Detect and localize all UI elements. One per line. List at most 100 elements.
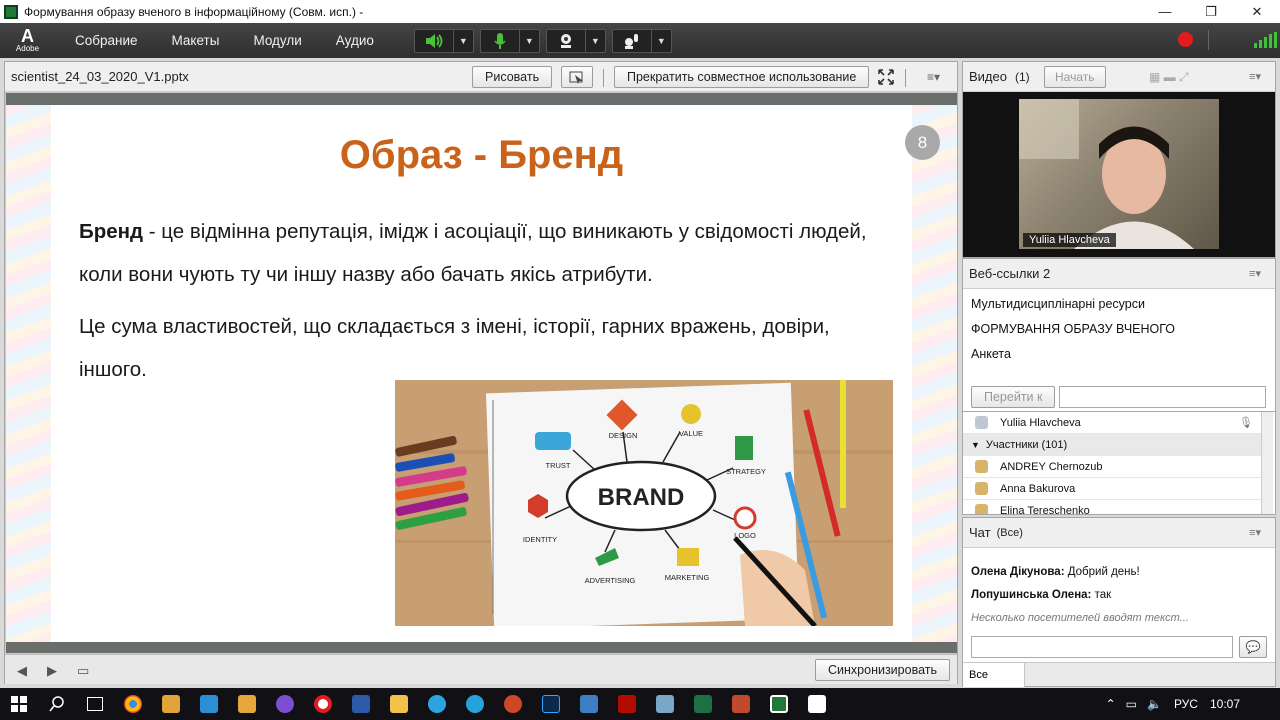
app-icon[interactable] — [456, 688, 494, 720]
adobe-connect-icon[interactable] — [760, 688, 798, 720]
sync-button[interactable]: Синхронизировать — [815, 659, 950, 681]
video-pod-options-icon[interactable]: ≡▾ — [1249, 70, 1261, 83]
link-item[interactable]: ФОРМУВАННЯ ОБРАЗУ ВЧЕНОГО — [971, 322, 1175, 336]
next-slide-icon[interactable]: ▶ — [47, 663, 57, 679]
menubar: A Adobe Собрание Макеты Модули Аудио ▼ ▼… — [0, 23, 1280, 58]
app-icon[interactable] — [646, 688, 684, 720]
chat-message-input[interactable] — [971, 636, 1233, 658]
window-title: Формування образу вченого в інформаційно… — [24, 4, 364, 19]
clock[interactable]: 10:07 — [1210, 697, 1240, 711]
volume-icon[interactable]: 🔈 — [1147, 697, 1162, 711]
photoshop-icon[interactable] — [532, 688, 570, 720]
minimize-button[interactable]: — — [1142, 0, 1188, 23]
marketing-label: MARKETING — [665, 573, 710, 582]
pod-options-icon[interactable]: ≡▾ — [927, 70, 940, 84]
telegram-icon[interactable] — [418, 688, 456, 720]
draw-button[interactable]: Рисовать — [472, 66, 553, 88]
speech-bubble-icon: 💬 — [1245, 640, 1261, 654]
menu-layouts[interactable]: Макеты — [172, 33, 220, 48]
recording-indicator-icon[interactable] — [1178, 32, 1193, 47]
microphone-icon[interactable] — [481, 30, 519, 52]
start-webcam-button[interactable]: Начать — [1044, 66, 1106, 88]
slide-paragraph-2: Це сума властивостей, що складається з і… — [79, 315, 830, 381]
file-explorer-icon[interactable] — [380, 688, 418, 720]
advertising-label: ADVERTISING — [585, 576, 636, 585]
speaker-icon[interactable] — [415, 30, 453, 52]
microphone-dropdown-icon[interactable]: ▼ — [518, 29, 539, 52]
close-button[interactable]: ✕ — [1234, 0, 1280, 23]
speaker-control[interactable]: ▼ — [413, 28, 474, 53]
acrobat-icon[interactable] — [608, 688, 646, 720]
chat-pod: Чат (Все) ≡▾ Олена Дікунова: Добрий день… — [962, 517, 1276, 687]
attendee-row[interactable]: Elina Tereschenko — [963, 500, 1261, 515]
viber-icon[interactable] — [266, 688, 304, 720]
raise-hand-icon[interactable] — [613, 30, 651, 52]
raise-hand-control[interactable]: ▼ — [611, 28, 672, 53]
link-item[interactable]: Анкета — [971, 347, 1011, 361]
go-to-link-button[interactable]: Перейти к — [971, 386, 1056, 408]
participants-group-label: Участники (101) — [985, 438, 1068, 451]
attendee-name: ANDREY Chernozub — [1000, 460, 1103, 473]
links-pod-options-icon[interactable]: ≡▾ — [1249, 267, 1261, 280]
host-row[interactable]: Yuliia Hlavcheva 🎙 — [963, 412, 1261, 434]
system-tray: ⌃ ▭ 🔈 РУС 10:07 — [1106, 688, 1280, 720]
participant-icon — [975, 504, 988, 514]
app-icon[interactable] — [722, 688, 760, 720]
web-links-pod: Веб-ссылки 2 ≡▾ Мультидисциплінарні ресу… — [962, 258, 1276, 413]
chat-text: Добрий день! — [1064, 566, 1140, 578]
stop-sharing-button[interactable]: Прекратить совместное использование — [614, 66, 870, 88]
app-icon[interactable] — [190, 688, 228, 720]
video-layout-icons[interactable]: ▦ ▬ ⤢ — [1149, 70, 1189, 85]
tray-chevron-icon[interactable]: ⌃ — [1106, 697, 1116, 711]
app-icon[interactable] — [570, 688, 608, 720]
start-icon[interactable] — [0, 688, 38, 720]
word-icon[interactable] — [342, 688, 380, 720]
slide-thumbnails-icon[interactable]: ▭ — [77, 663, 89, 679]
chat-options-icon[interactable]: ≡▾ — [1249, 526, 1261, 539]
webcam-dropdown-icon[interactable]: ▼ — [584, 29, 605, 52]
menu-meeting[interactable]: Собрание — [75, 33, 138, 48]
previous-slide-icon[interactable]: ◀ — [17, 663, 27, 679]
speaker-dropdown-icon[interactable]: ▼ — [452, 29, 473, 52]
value-label: VALUE — [679, 429, 703, 438]
webcam-icon[interactable] — [547, 30, 585, 52]
menu-audio[interactable]: Аудио — [336, 33, 374, 48]
brand-definition: - це відмінна репутація, імідж і асоціац… — [79, 220, 867, 286]
menu-pods[interactable]: Модули — [253, 33, 301, 48]
collapse-icon[interactable]: ▼ — [971, 440, 980, 450]
participants-group[interactable]: ▼ Участники (101) — [963, 434, 1261, 456]
chat-author: Лопушинська Олена: — [971, 589, 1092, 601]
webcam-control[interactable]: ▼ — [545, 28, 606, 53]
chrome-icon[interactable] — [114, 688, 152, 720]
connection-signal-icon — [1254, 32, 1277, 48]
send-message-button[interactable]: 💬 — [1239, 636, 1267, 658]
fullscreen-icon[interactable] — [877, 68, 895, 86]
powerpoint-icon[interactable] — [494, 688, 532, 720]
status-dropdown-icon[interactable]: ▼ — [650, 29, 671, 52]
share-pod: scientist_24_03_2020_V1.pptx Рисовать Пр… — [4, 61, 958, 684]
attendee-name: Elina Tereschenko — [1000, 504, 1090, 515]
link-url-input[interactable] — [1059, 386, 1266, 408]
app-icon[interactable] — [228, 688, 266, 720]
search-icon[interactable] — [38, 688, 76, 720]
app-icon[interactable] — [798, 688, 836, 720]
excel-icon[interactable] — [684, 688, 722, 720]
restore-button[interactable]: ❐ — [1188, 0, 1234, 23]
attendee-row[interactable]: Anna Bakurova — [963, 478, 1261, 500]
chat-message: Олена Дікунова: Добрий день! — [971, 566, 1140, 578]
app-icon[interactable] — [152, 688, 190, 720]
video-pod: Видео (1) Начать ▦ ▬ ⤢ ≡▾ Yuliia Hlavche… — [962, 61, 1276, 258]
window-title-bar: Формування образу вченого в інформаційно… — [0, 0, 1280, 23]
attendee-row[interactable]: ANDREY Chernozub — [963, 456, 1261, 478]
task-view-icon[interactable] — [76, 688, 114, 720]
network-icon[interactable]: ▭ — [1126, 697, 1137, 711]
tab-all[interactable]: Все — [963, 663, 1025, 687]
share-pod-footer: ◀ ▶ ▭ Синхронизировать — [5, 654, 957, 684]
pointer-button[interactable] — [561, 66, 593, 88]
link-item[interactable]: Мультидисциплінарні ресурси — [971, 297, 1145, 311]
input-language[interactable]: РУС — [1174, 697, 1198, 711]
microphone-control[interactable]: ▼ — [479, 28, 540, 53]
chat-text: так — [1091, 589, 1112, 601]
attendee-scrollbar[interactable] — [1261, 412, 1273, 514]
opera-icon[interactable] — [304, 688, 342, 720]
